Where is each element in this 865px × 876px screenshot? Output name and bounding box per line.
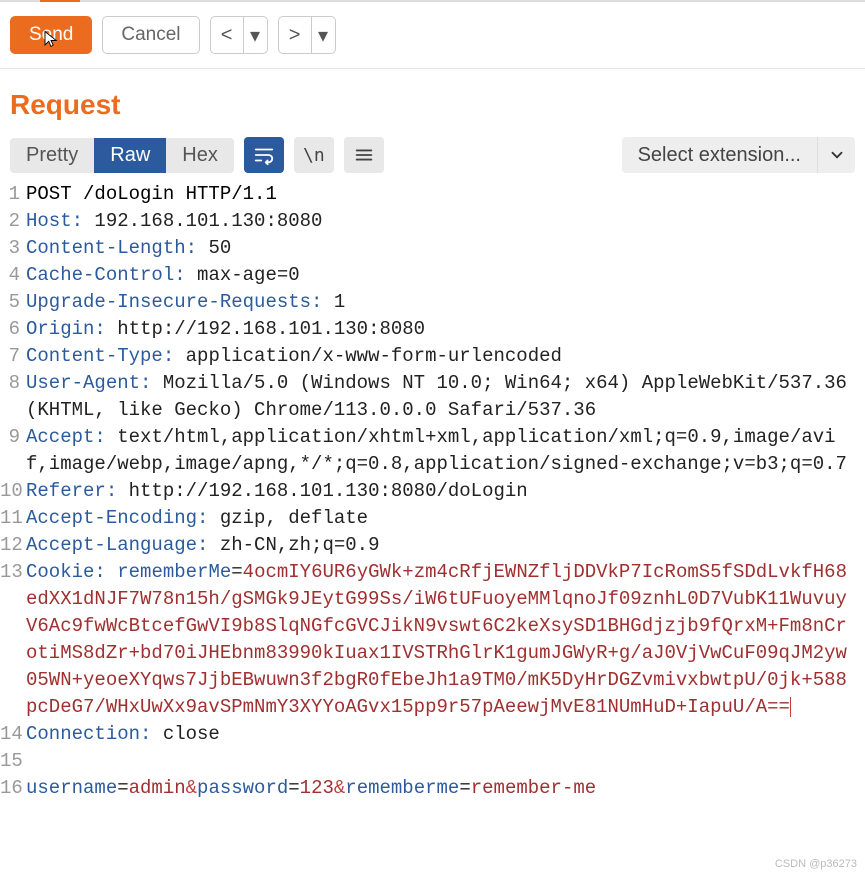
line-code[interactable]: Connection: close [26,721,865,748]
line-code[interactable]: Content-Type: application/x-www-form-url… [26,343,865,370]
line-number: 5 [0,289,26,316]
editor-line[interactable]: 7Content-Type: application/x-www-form-ur… [0,343,865,370]
line-code[interactable]: Content-Length: 50 [26,235,865,262]
line-code[interactable]: username=admin&password=123&rememberme=r… [26,775,865,802]
forward-group: > ▾ [278,16,336,54]
line-code[interactable]: POST /doLogin HTTP/1.1 [26,181,865,208]
line-number: 16 [0,775,26,802]
back-dropdown[interactable]: ▾ [244,16,268,54]
extension-select-label: Select extension... [622,138,817,173]
wrap-icon [253,144,275,166]
editor-line[interactable]: 16username=admin&password=123&rememberme… [0,775,865,802]
editor-line[interactable]: 9Accept: text/html,application/xhtml+xml… [0,424,865,478]
hamburger-icon [353,144,375,166]
editor-line[interactable]: 13Cookie: rememberMe=4ocmIY6UR6yGWk+zm4c… [0,559,865,721]
line-number: 11 [0,505,26,532]
editor-line[interactable]: 2Host: 192.168.101.130:8080 [0,208,865,235]
line-number: 10 [0,478,26,505]
forward-button[interactable]: > [278,16,312,54]
line-code[interactable]: Accept-Encoding: gzip, deflate [26,505,865,532]
show-nonprintable-button[interactable]: \n [294,137,334,173]
back-button[interactable]: < [210,16,244,54]
line-code[interactable]: Accept: text/html,application/xhtml+xml,… [26,424,865,478]
line-number: 1 [0,181,26,208]
http-editor[interactable]: 1POST /doLogin HTTP/1.12Host: 192.168.10… [0,177,865,802]
line-code[interactable]: Cache-Control: max-age=0 [26,262,865,289]
editor-line[interactable]: 6Origin: http://192.168.101.130:8080 [0,316,865,343]
action-toolbar: Send Cancel < ▾ > ▾ [0,2,865,69]
extension-select[interactable]: Select extension... [622,137,855,173]
tab-hex[interactable]: Hex [166,138,234,173]
editor-line[interactable]: 5Upgrade-Insecure-Requests: 1 [0,289,865,316]
menu-button[interactable] [344,137,384,173]
line-number: 7 [0,343,26,370]
line-code[interactable]: Cookie: rememberMe=4ocmIY6UR6yGWk+zm4cRf… [26,559,865,721]
line-code[interactable]: Accept-Language: zh-CN,zh;q=0.9 [26,532,865,559]
forward-dropdown[interactable]: ▾ [312,16,336,54]
line-number: 3 [0,235,26,262]
watermark: CSDN @p36273 [775,858,857,870]
line-number: 14 [0,721,26,748]
line-number: 4 [0,262,26,289]
line-number: 15 [0,748,26,775]
editor-line[interactable]: 10Referer: http://192.168.101.130:8080/d… [0,478,865,505]
editor-line[interactable]: 15 [0,748,865,775]
editor-line[interactable]: 1POST /doLogin HTTP/1.1 [0,181,865,208]
line-number: 12 [0,532,26,559]
editor-line[interactable]: 12Accept-Language: zh-CN,zh;q=0.9 [0,532,865,559]
line-code[interactable]: Origin: http://192.168.101.130:8080 [26,316,865,343]
line-code[interactable]: Host: 192.168.101.130:8080 [26,208,865,235]
editor-line[interactable]: 3Content-Length: 50 [0,235,865,262]
line-code[interactable]: User-Agent: Mozilla/5.0 (Windows NT 10.0… [26,370,865,424]
editor-line[interactable]: 11Accept-Encoding: gzip, deflate [0,505,865,532]
editor-line[interactable]: 4Cache-Control: max-age=0 [0,262,865,289]
view-controls: Pretty Raw Hex \n Select extension... [0,131,865,177]
editor-line[interactable]: 14Connection: close [0,721,865,748]
line-number: 9 [0,424,26,451]
view-tabs: Pretty Raw Hex [10,138,234,173]
extension-select-arrow[interactable] [817,137,855,173]
send-button[interactable]: Send [10,16,92,54]
editor-line[interactable]: 8User-Agent: Mozilla/5.0 (Windows NT 10.… [0,370,865,424]
wrap-lines-button[interactable] [244,137,284,173]
tab-pretty[interactable]: Pretty [10,138,94,173]
back-group: < ▾ [210,16,268,54]
chevron-down-icon [828,146,846,164]
newline-icon: \n [303,145,325,166]
line-code[interactable]: Upgrade-Insecure-Requests: 1 [26,289,865,316]
line-number: 13 [0,559,26,586]
cancel-button[interactable]: Cancel [102,16,199,54]
line-code[interactable]: Referer: http://192.168.101.130:8080/doL… [26,478,865,505]
tab-raw[interactable]: Raw [94,138,166,173]
line-number: 8 [0,370,26,397]
section-title-request: Request [0,69,865,131]
line-number: 6 [0,316,26,343]
line-number: 2 [0,208,26,235]
